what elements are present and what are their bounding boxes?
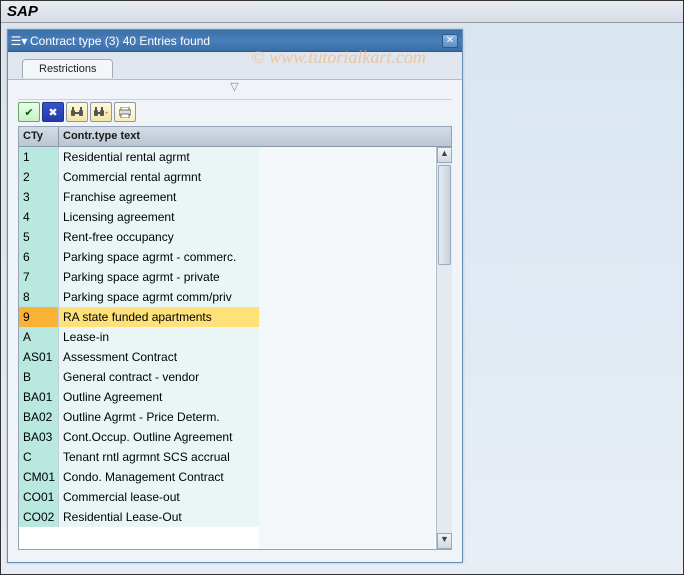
table-row[interactable]: BA03Cont.Occup. Outline Agreement — [19, 427, 435, 447]
col-header-cty[interactable]: CTy — [19, 127, 59, 146]
cell-cty: 8 — [19, 287, 59, 307]
cell-text: Rent-free occupancy — [59, 227, 259, 247]
cell-text: Assessment Contract — [59, 347, 259, 367]
cell-text: Tenant rntl agrmnt SCS accrual — [59, 447, 259, 467]
table-row[interactable]: CTenant rntl agrmnt SCS accrual — [19, 447, 435, 467]
table-row[interactable]: BA01Outline Agreement — [19, 387, 435, 407]
cell-cty: AS01 — [19, 347, 59, 367]
print-button[interactable] — [114, 102, 136, 122]
scroll-thumb[interactable] — [438, 165, 451, 265]
close-icon[interactable]: ✕ — [442, 34, 458, 48]
cell-text: Lease-in — [59, 327, 259, 347]
dialog-menu-icon[interactable]: ☰▾ — [12, 34, 26, 48]
binoculars-icon — [71, 107, 83, 117]
cell-text: Parking space agrmt comm/priv — [59, 287, 259, 307]
cell-cty: 9 — [19, 307, 59, 327]
cell-text: Commercial rental agrmnt — [59, 167, 259, 187]
table-row[interactable]: CO01Commercial lease-out — [19, 487, 435, 507]
cancel-button[interactable]: ✖ — [42, 102, 64, 122]
cell-cty: CO02 — [19, 507, 59, 527]
cell-text: Licensing agreement — [59, 207, 259, 227]
cell-text: Parking space agrmt - private — [59, 267, 259, 287]
find-next-button[interactable]: + — [90, 102, 112, 122]
table-row[interactable]: BA02Outline Agrmt - Price Determ. — [19, 407, 435, 427]
cell-cty: CO01 — [19, 487, 59, 507]
dialog-titlebar[interactable]: ☰▾ Contract type (3) 40 Entries found ✕ — [8, 30, 462, 52]
cell-cty: BA03 — [19, 427, 59, 447]
cell-cty: CM01 — [19, 467, 59, 487]
table-row[interactable]: 8Parking space agrmt comm/priv — [19, 287, 435, 307]
dialog-title: Contract type (3) 40 Entries found — [30, 34, 442, 48]
table-header-row: CTy Contr.type text — [19, 127, 451, 147]
restriction-collapse-indicator[interactable]: ▽ — [8, 80, 462, 94]
cell-text: Condo. Management Contract — [59, 467, 259, 487]
scroll-up-button[interactable]: ▲ — [437, 147, 452, 163]
table-row[interactable]: ALease-in — [19, 327, 435, 347]
cell-cty: 3 — [19, 187, 59, 207]
cell-text: RA state funded apartments — [59, 307, 259, 327]
cell-cty: 5 — [19, 227, 59, 247]
cell-cty: 6 — [19, 247, 59, 267]
cell-cty: 1 — [19, 147, 59, 167]
cell-text: Outline Agrmt - Price Determ. — [59, 407, 259, 427]
table-row[interactable]: 7Parking space agrmt - private — [19, 267, 435, 287]
cell-text: Residential rental agrmt — [59, 147, 259, 167]
cell-cty: BA01 — [19, 387, 59, 407]
table-row[interactable]: CO02Residential Lease-Out — [19, 507, 435, 527]
results-table: CTy Contr.type text 1Residential rental … — [18, 126, 452, 550]
confirm-button[interactable]: ✔ — [18, 102, 40, 122]
cell-text: Commercial lease-out — [59, 487, 259, 507]
tab-strip: Restrictions — [8, 52, 462, 80]
cell-cty: A — [19, 327, 59, 347]
dialog-toolbar: ✔ ✖ + — [8, 100, 462, 124]
tab-restrictions[interactable]: Restrictions — [22, 59, 113, 78]
cell-text: Parking space agrmt - commerc. — [59, 247, 259, 267]
svg-text:+: + — [105, 111, 108, 117]
table-row[interactable]: 2Commercial rental agrmnt — [19, 167, 435, 187]
find-button[interactable] — [66, 102, 88, 122]
table-row[interactable]: 9RA state funded apartments — [19, 307, 435, 327]
table-body: 1Residential rental agrmt2Commercial ren… — [19, 147, 435, 549]
cell-text: Cont.Occup. Outline Agreement — [59, 427, 259, 447]
cell-text: General contract - vendor — [59, 367, 259, 387]
app-titlebar: SAP — [1, 1, 683, 23]
table-row[interactable]: BGeneral contract - vendor — [19, 367, 435, 387]
cell-cty: 4 — [19, 207, 59, 227]
cell-cty: 7 — [19, 267, 59, 287]
binoculars-plus-icon: + — [94, 107, 108, 117]
app-title: SAP — [7, 3, 38, 20]
cell-cty: B — [19, 367, 59, 387]
table-row[interactable]: 5Rent-free occupancy — [19, 227, 435, 247]
table-row[interactable]: 6Parking space agrmt - commerc. — [19, 247, 435, 267]
print-icon — [119, 107, 131, 118]
col-header-text[interactable]: Contr.type text — [59, 127, 451, 146]
cell-text: Residential Lease-Out — [59, 507, 259, 527]
search-help-dialog: ☰▾ Contract type (3) 40 Entries found ✕ … — [7, 29, 463, 563]
table-row[interactable]: 3Franchise agreement — [19, 187, 435, 207]
cell-text: Franchise agreement — [59, 187, 259, 207]
table-row[interactable]: 4Licensing agreement — [19, 207, 435, 227]
scroll-down-button[interactable]: ▼ — [437, 533, 452, 549]
table-row[interactable]: 1Residential rental agrmt — [19, 147, 435, 167]
vertical-scrollbar[interactable]: ▲ ▼ — [436, 147, 452, 549]
table-row[interactable]: AS01Assessment Contract — [19, 347, 435, 367]
cell-cty: BA02 — [19, 407, 59, 427]
cell-cty: 2 — [19, 167, 59, 187]
cell-cty: C — [19, 447, 59, 467]
table-row[interactable]: CM01Condo. Management Contract — [19, 467, 435, 487]
cell-text: Outline Agreement — [59, 387, 259, 407]
